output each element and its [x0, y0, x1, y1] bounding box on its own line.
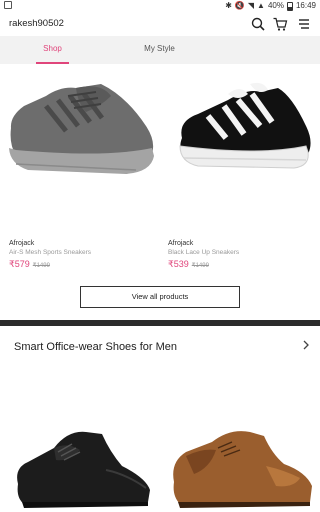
product-image-black-sneaker[interactable] [168, 76, 318, 196]
chevron-right-icon[interactable] [302, 340, 310, 350]
wifi-icon: ◥ [247, 1, 255, 10]
signal-icon: ▲ [257, 1, 265, 10]
username[interactable]: rakesh90502 [9, 18, 64, 29]
status-bar: ✱ 🔇 ◥ ▲ 40% 16:49 [0, 0, 320, 12]
tab-shop[interactable]: Shop [0, 36, 105, 64]
battery-percent: 40% [267, 1, 284, 10]
menu-icon[interactable] [296, 16, 312, 32]
price-row: ₹539 ₹1499 [168, 259, 308, 270]
product-image-brown-formal-shoe[interactable] [166, 422, 316, 512]
product-image-grey-sneaker[interactable] [6, 76, 156, 196]
status-right: ✱ 🔇 ◥ ▲ 40% 16:49 [225, 1, 316, 11]
search-icon[interactable] [250, 16, 266, 32]
product-name: Air-S Mesh Sports Sneakers [9, 249, 92, 256]
mute-icon: 🔇 [234, 1, 245, 10]
clock: 16:49 [295, 1, 316, 10]
product-grid: Afrojack Air-S Mesh Sports Sneakers ₹579… [0, 64, 320, 320]
product-name: Black Lace Up Sneakers [168, 249, 240, 256]
product-mrp: ₹1499 [32, 263, 50, 269]
office-wear-section: Smart Office-wear Shoes for Men [0, 326, 320, 512]
product-card-2[interactable]: Afrojack Black Lace Up Sneakers ₹539 ₹14… [168, 240, 308, 270]
tab-bar: Shop My Style [0, 36, 320, 64]
tab-my-style[interactable]: My Style [107, 36, 212, 64]
product-brand: Afrojack [168, 240, 194, 247]
app-header: rakesh90502 [0, 12, 320, 36]
price-row: ₹579 ₹1499 [9, 259, 149, 270]
battery-icon [286, 1, 293, 11]
product-price: ₹579 [9, 259, 30, 269]
bluetooth-icon: ✱ [225, 1, 232, 10]
gallery-icon [4, 1, 12, 9]
product-image-black-formal-shoe[interactable] [6, 422, 156, 512]
section-title: Smart Office-wear Shoes for Men [14, 341, 178, 353]
product-card-1[interactable]: Afrojack Air-S Mesh Sports Sneakers ₹579… [9, 240, 149, 270]
view-all-products-button[interactable]: View all products [80, 286, 240, 308]
cart-icon[interactable] [272, 16, 288, 32]
product-price: ₹539 [168, 259, 189, 269]
product-mrp: ₹1499 [191, 263, 209, 269]
product-brand: Afrojack [9, 240, 35, 247]
